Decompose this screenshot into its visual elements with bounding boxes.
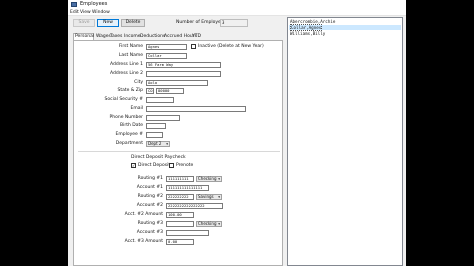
phone-field[interactable] [146,115,180,121]
chevron-down-icon: ▾ [218,195,220,199]
employee-list[interactable]: Abercrombie,Archie Collar,Agnes Williams… [287,17,403,266]
inactive-checkbox[interactable] [191,44,196,49]
state-zip-label: State & Zip [117,88,143,93]
account-type-2-dropdown[interactable]: Savings ▾ [196,194,222,200]
employee-count-label: Number of Employees [176,20,226,25]
routing-3-label: Routing #3 [137,221,163,226]
window-title: Employees [80,1,108,7]
menu-view[interactable]: View [80,9,91,16]
menu-window[interactable]: Window [92,9,110,16]
menu-bar: Edit View Window [68,9,406,16]
first-name-label: First Name [118,44,143,49]
routing-3-field[interactable] [166,221,194,227]
account-2-amount-label: Acct. #2 Amount [124,212,163,217]
email-field[interactable] [146,106,246,112]
email-label: Email [130,106,144,111]
employee-list-item-selected[interactable]: Collar,Agnes [289,24,401,31]
account-3-field[interactable] [166,230,209,236]
account-3-label: Account #3 [136,230,163,235]
save-button[interactable]: Save [73,19,95,27]
address-line-2-field[interactable] [146,71,221,77]
account-type-2-value: Savings [198,194,214,199]
address-line-1-label: Address Line 1 [109,62,143,67]
account-3-amount-label: Acct. #3 Amount [124,239,163,244]
account-2-label: Account #2 [136,203,163,208]
employee-number-label: Employee # [115,132,144,137]
birth-date-field[interactable] [146,123,166,129]
address-line-1-field[interactable]: 56 Farm Way [146,62,221,68]
last-name-label: Last Name [118,53,143,58]
state-field[interactable]: CO [146,88,154,94]
first-name-field[interactable]: Agnes [146,44,187,50]
account-1-field[interactable]: 111111111111111 [166,185,209,191]
employee-number-field[interactable] [146,132,163,138]
account-2-amount-field[interactable]: 100.00 [166,212,194,218]
account-1-label: Account #1 [136,185,163,190]
department-label: Department [115,141,143,146]
personal-tab-panel: First Name Agnes Inactive (Delete at New… [73,40,283,266]
routing-2-label: Routing #2 [137,194,163,199]
menu-edit[interactable]: Edit [70,9,79,16]
address-line-2-label: Address Line 2 [109,71,143,76]
account-3-amount-field[interactable]: 0.00 [166,239,194,245]
routing-2-field[interactable]: 222222222 [166,194,194,200]
prenote-checkbox[interactable] [169,163,174,168]
account-type-1-dropdown[interactable]: Checking ▾ [196,176,222,182]
phone-label: Phone Number [109,115,143,120]
city-field[interactable]: Aolo [146,80,208,86]
delete-button[interactable]: Delete [121,19,145,27]
last-name-field[interactable]: Collar [146,53,187,59]
section-divider [78,151,280,152]
new-button[interactable]: New [97,19,119,27]
account-type-3-value: Checking [198,221,217,226]
routing-1-field[interactable]: 111111111 [166,176,194,182]
prenote-label: Prenote [176,163,194,168]
account-type-1-value: Checking [198,176,217,181]
zip-field[interactable]: 80000 [156,88,184,94]
employee-list-item[interactable]: Williams,Billy [289,31,401,36]
ssn-field[interactable] [146,97,174,103]
direct-deposit-label: Direct Deposit [138,163,171,168]
routing-1-label: Routing #1 [137,176,163,181]
title-bar[interactable]: Employees [68,0,406,9]
account-2-field[interactable]: 2222222222222222 [166,203,223,209]
city-label: City [134,80,143,85]
birth-date-label: Birth Date [120,123,143,128]
account-type-3-dropdown[interactable]: Checking ▾ [196,221,222,227]
ssn-label: Social Security # [104,97,143,102]
direct-deposit-heading: Direct Deposit Paycheck [131,155,186,160]
department-value: Dept 2 [148,141,162,146]
employees-window: Employees Edit View Window Save New Dele… [68,0,406,266]
app-icon [71,2,77,7]
inactive-label: Inactive (Delete at New Year) [198,44,264,49]
chevron-down-icon: ▾ [218,222,220,226]
chevron-down-icon: ▾ [218,177,220,181]
chevron-down-icon: ▾ [166,142,168,146]
direct-deposit-checkbox[interactable]: ✓ [131,163,136,168]
employee-count-field: 3 [220,19,248,27]
department-dropdown[interactable]: Dept 2 ▾ [146,141,170,147]
